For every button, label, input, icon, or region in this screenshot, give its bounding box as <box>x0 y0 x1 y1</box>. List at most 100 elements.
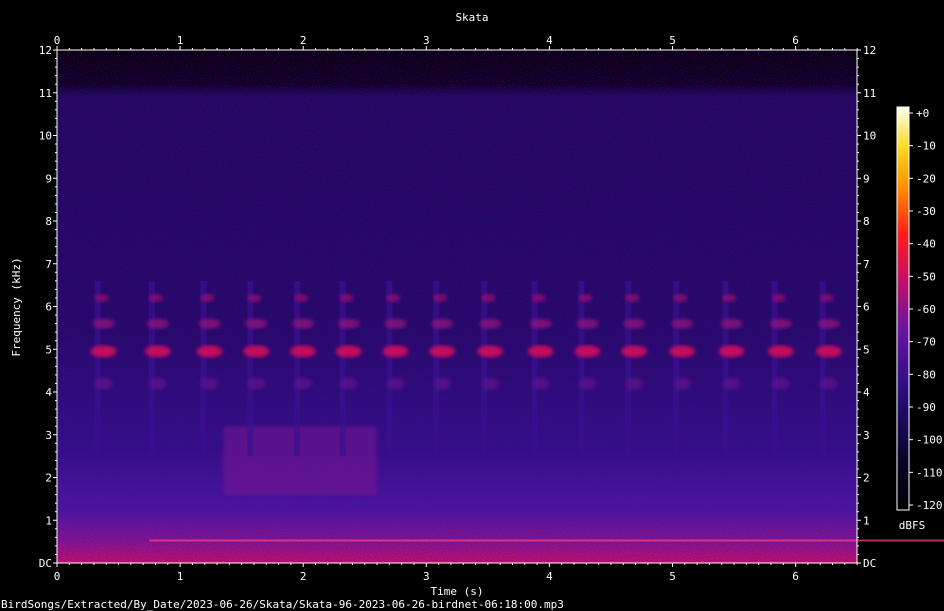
colorbar-tick-label: -90 <box>916 401 936 414</box>
call-harmonic-main <box>527 345 554 358</box>
call-stripe <box>625 280 632 457</box>
call-harmonic-main <box>429 345 456 358</box>
y-tick-label: 4 <box>45 386 52 399</box>
colorbar-tick-label: -20 <box>916 172 936 185</box>
call-harmonic-top <box>531 293 546 302</box>
y-tick-label: 6 <box>45 301 52 314</box>
x-tick-label: 3 <box>423 570 430 583</box>
call-harmonic-top <box>481 293 496 302</box>
y-tick-label: 1 <box>863 514 870 527</box>
call-harmonic-upper <box>529 318 552 329</box>
call-harmonic-lower <box>673 377 692 390</box>
call-harmonic-upper <box>479 318 502 329</box>
call-harmonic-main <box>767 345 794 358</box>
x-tick-label: 4 <box>546 34 553 47</box>
call-harmonic-lower <box>294 377 313 390</box>
y-axis-label: Frequency (kHz) <box>10 257 23 356</box>
call-harmonic-top <box>200 293 215 302</box>
call-harmonic-lower <box>819 377 838 390</box>
call-harmonic-lower <box>722 377 741 390</box>
call-harmonic-main <box>718 345 745 358</box>
call-harmonic-upper <box>720 318 743 329</box>
colorbar-tick-label: -60 <box>916 303 936 316</box>
x-tick-label: 0 <box>54 34 61 47</box>
call-stripe <box>819 280 826 457</box>
call-harmonic-top <box>433 293 448 302</box>
call-stripe <box>94 280 101 457</box>
x-axis-label: Time (s) <box>431 585 484 598</box>
colorbar-ticks: +0 -10 -20 -30 -40 -50 -60 -70 -80 -90 -100 -110 -12… <box>909 107 943 512</box>
call-harmonic-main <box>815 345 842 358</box>
call-harmonic-upper <box>292 318 315 329</box>
y-tick-label: 11 <box>863 87 876 100</box>
colorbar-tick-label: -10 <box>916 140 936 153</box>
call-stripe <box>247 280 254 457</box>
call-harmonic-main <box>196 345 223 358</box>
call-harmonic-top <box>386 293 401 302</box>
colorbar-tick-label: -110 <box>916 466 943 479</box>
call-harmonic-upper <box>671 318 694 329</box>
colorbar-label: dBFS <box>899 519 926 532</box>
x-tick-label: 5 <box>669 34 676 47</box>
colorbar: +0 -10 -20 -30 -40 -50 -60 -70 -80 -90 -100 -110 -12… <box>896 106 943 532</box>
call-harmonic-top <box>673 293 688 302</box>
call-harmonic-upper <box>384 318 407 329</box>
call-stripe <box>722 280 729 457</box>
call-harmonic-upper <box>198 318 221 329</box>
call-harmonic-lower <box>625 377 644 390</box>
call-harmonic-main <box>335 345 362 358</box>
call-harmonic-upper <box>245 318 268 329</box>
call-stripe <box>481 280 488 457</box>
call-harmonic-upper <box>92 318 115 329</box>
y-tick-label: 8 <box>45 215 52 228</box>
call-stripe <box>294 280 301 457</box>
call-harmonic-main <box>621 345 648 358</box>
y-tick-label: 5 <box>863 343 870 356</box>
call-harmonic-top <box>771 293 786 302</box>
colorbar-tick-label: -80 <box>916 368 936 381</box>
y-tick-label: 8 <box>863 215 870 228</box>
call-harmonic-upper <box>623 318 646 329</box>
x-tick-label: 1 <box>177 570 184 583</box>
spectrogram-figure: Skata 0123456 0123456 DC123456789101112 … <box>1 11 944 611</box>
y-tick-label: 10 <box>39 130 52 143</box>
call-harmonic-upper <box>337 318 360 329</box>
x-tick-label: 2 <box>300 34 307 47</box>
colorbar-tick-label: -30 <box>916 205 936 218</box>
colorbar-tick-label: -120 <box>916 499 943 512</box>
colorbar-tick-label: +0 <box>916 107 929 120</box>
y-tick-label: 12 <box>863 44 876 57</box>
y-axis-right: DC123456789101112 <box>857 44 876 570</box>
y-tick-label: 9 <box>45 172 52 185</box>
call-stripe <box>771 280 778 457</box>
y-tick-label: 1 <box>45 514 52 527</box>
call-harmonic-upper <box>817 318 840 329</box>
call-harmonic-top <box>94 293 109 302</box>
call-stripe <box>148 280 155 457</box>
file-path: BirdSongs/Extracted/By_Date/2023-06-26/S… <box>1 598 564 611</box>
y-tick-label: 3 <box>863 429 870 442</box>
y-tick-label: 3 <box>45 429 52 442</box>
call-harmonic-lower <box>433 377 452 390</box>
y-tick-label: 5 <box>45 343 52 356</box>
call-harmonic-upper <box>146 318 169 329</box>
call-harmonic-lower <box>481 377 500 390</box>
colorbar-tick-label: -50 <box>916 270 936 283</box>
call-harmonic-lower <box>771 377 790 390</box>
call-stripe <box>578 280 585 457</box>
call-harmonic-main <box>290 345 317 358</box>
y-tick-label: 2 <box>863 472 870 485</box>
call-harmonic-top <box>625 293 640 302</box>
x-tick-label: 6 <box>792 570 799 583</box>
y-tick-label: 9 <box>863 172 870 185</box>
x-tick-label: 2 <box>300 570 307 583</box>
noise-burst <box>223 426 378 495</box>
call-harmonic-top <box>148 293 163 302</box>
call-harmonic-main <box>144 345 171 358</box>
y-tick-label: 7 <box>863 258 870 271</box>
call-harmonic-main <box>669 345 696 358</box>
x-axis-top: 0 1 2 3 4 5 6 <box>54 34 858 50</box>
x-tick-label: 1 <box>177 34 184 47</box>
call-harmonic-main <box>90 345 117 358</box>
x-tick-label: 5 <box>669 570 676 583</box>
